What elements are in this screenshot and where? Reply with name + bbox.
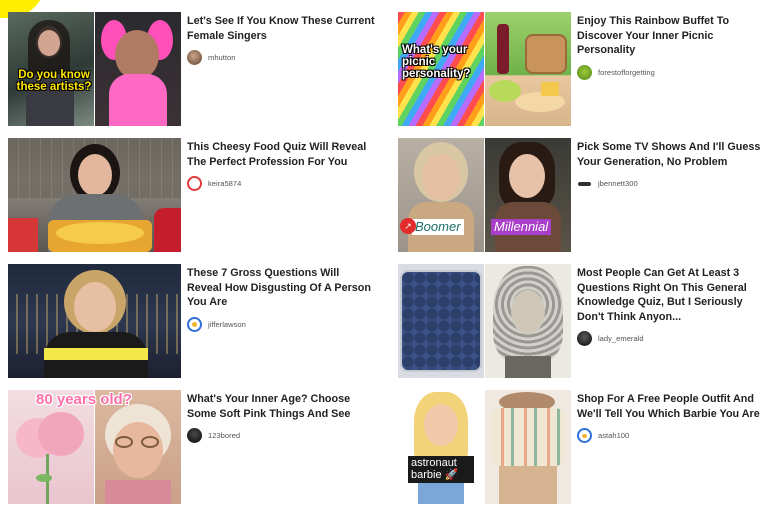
quiz-author[interactable]: jbennett300: [577, 176, 765, 192]
quiz-info: These 7 Gross Questions Will Reveal How …: [187, 266, 377, 332]
author-avatar: [187, 50, 202, 66]
quiz-title[interactable]: This Cheesy Food Quiz Will Reveal The Pe…: [187, 140, 377, 169]
author-avatar: [577, 331, 592, 347]
quiz-thumbnail[interactable]: Do you know these artists?: [8, 12, 181, 126]
thumbnail-caption-left: Boomer: [412, 219, 464, 235]
quiz-card[interactable]: What's your picnic personality? Enjoy Th…: [398, 12, 765, 128]
quiz-info: This Cheesy Food Quiz Will Reveal The Pe…: [187, 140, 377, 192]
quiz-title[interactable]: Shop For A Free People Outfit And We'll …: [577, 392, 765, 421]
quiz-thumbnail[interactable]: 80 years old?: [8, 390, 181, 504]
quiz-info: Shop For A Free People Outfit And We'll …: [577, 392, 765, 444]
quiz-author[interactable]: mhutton: [187, 50, 377, 66]
author-name[interactable]: 123bored: [208, 431, 240, 440]
author-name[interactable]: jbennett300: [598, 179, 638, 188]
quiz-card[interactable]: Most People Can Get At Least 3 Questions…: [398, 264, 765, 380]
quiz-title[interactable]: Let's See If You Know These Current Fema…: [187, 14, 377, 43]
trending-icon: ↗: [400, 218, 416, 234]
quiz-thumbnail[interactable]: [8, 264, 181, 378]
thumbnail-caption: What's your picnic personality?: [402, 44, 471, 81]
quiz-thumbnail[interactable]: What's your picnic personality?: [398, 12, 571, 126]
quiz-title[interactable]: These 7 Gross Questions Will Reveal How …: [187, 266, 377, 310]
thumbnail-caption: Do you know these artists?: [16, 69, 92, 94]
quiz-thumbnail[interactable]: [8, 138, 181, 252]
author-name[interactable]: forestofforgetting: [598, 68, 655, 77]
quiz-info: Most People Can Get At Least 3 Questions…: [577, 266, 765, 347]
thumbnail-photo-left: [398, 390, 484, 504]
thumbnail-caption-right: Millennial: [491, 219, 552, 235]
author-avatar: [187, 428, 202, 444]
quiz-info: Enjoy This Rainbow Buffet To Discover Yo…: [577, 14, 765, 80]
quiz-author[interactable]: keira5874: [187, 176, 377, 192]
quiz-thumbnail[interactable]: astronaut barbie 🚀: [398, 390, 571, 504]
quiz-feed-grid: Do you know these artists? Let's See If …: [0, 0, 765, 514]
author-avatar: [577, 64, 592, 80]
thumbnail-caption: 80 years old?: [36, 391, 132, 408]
quiz-author[interactable]: 123bored: [187, 428, 377, 444]
thumbnail-photo-right: [485, 390, 571, 504]
quiz-thumbnail[interactable]: [398, 264, 571, 378]
quiz-title[interactable]: Most People Can Get At Least 3 Questions…: [577, 266, 765, 324]
author-name[interactable]: mhutton: [208, 53, 235, 62]
author-avatar: [187, 316, 202, 332]
thumbnail-photo-right: [485, 12, 571, 126]
author-avatar: [187, 176, 202, 192]
author-name[interactable]: keira5874: [208, 179, 241, 188]
thumbnail-photo-left: [398, 264, 484, 378]
quiz-title[interactable]: Enjoy This Rainbow Buffet To Discover Yo…: [577, 14, 765, 58]
quiz-author[interactable]: lady_emerald: [577, 331, 765, 347]
thumbnail-photo-left: [398, 138, 484, 252]
quiz-card[interactable]: This Cheesy Food Quiz Will Reveal The Pe…: [8, 138, 378, 254]
author-avatar: [577, 176, 592, 192]
quiz-info: Let's See If You Know These Current Fema…: [187, 14, 377, 66]
author-name[interactable]: lady_emerald: [598, 334, 644, 343]
quiz-card[interactable]: Do you know these artists? Let's See If …: [8, 12, 378, 128]
thumbnail-photo-right: [485, 138, 571, 252]
thumbnail-caption: astronaut barbie 🚀: [408, 456, 474, 484]
quiz-info: Pick Some TV Shows And I'll Guess Your G…: [577, 140, 765, 192]
quiz-author[interactable]: forestofforgetting: [577, 64, 765, 80]
thumbnail-photo-right: [485, 264, 571, 378]
author-name[interactable]: astah100: [598, 431, 629, 440]
quiz-card[interactable]: These 7 Gross Questions Will Reveal How …: [8, 264, 378, 380]
quiz-info: What's Your Inner Age? Choose Some Soft …: [187, 392, 377, 444]
quiz-thumbnail[interactable]: Boomer Millennial ↗: [398, 138, 571, 252]
author-avatar: [577, 428, 592, 444]
quiz-author[interactable]: jifferlawson: [187, 316, 377, 332]
quiz-card[interactable]: 80 years old? What's Your Inner Age? Cho…: [8, 390, 378, 506]
thumbnail-photo: [8, 264, 181, 378]
quiz-author[interactable]: astah100: [577, 428, 765, 444]
thumbnail-photo: [8, 138, 181, 252]
quiz-title[interactable]: Pick Some TV Shows And I'll Guess Your G…: [577, 140, 765, 169]
quiz-card[interactable]: astronaut barbie 🚀 Shop For A Free Peopl…: [398, 390, 765, 506]
quiz-card[interactable]: Boomer Millennial ↗ Pick Some TV Shows A…: [398, 138, 765, 254]
author-name[interactable]: jifferlawson: [208, 320, 246, 329]
thumbnail-photo-right: [95, 12, 181, 126]
quiz-title[interactable]: What's Your Inner Age? Choose Some Soft …: [187, 392, 377, 421]
